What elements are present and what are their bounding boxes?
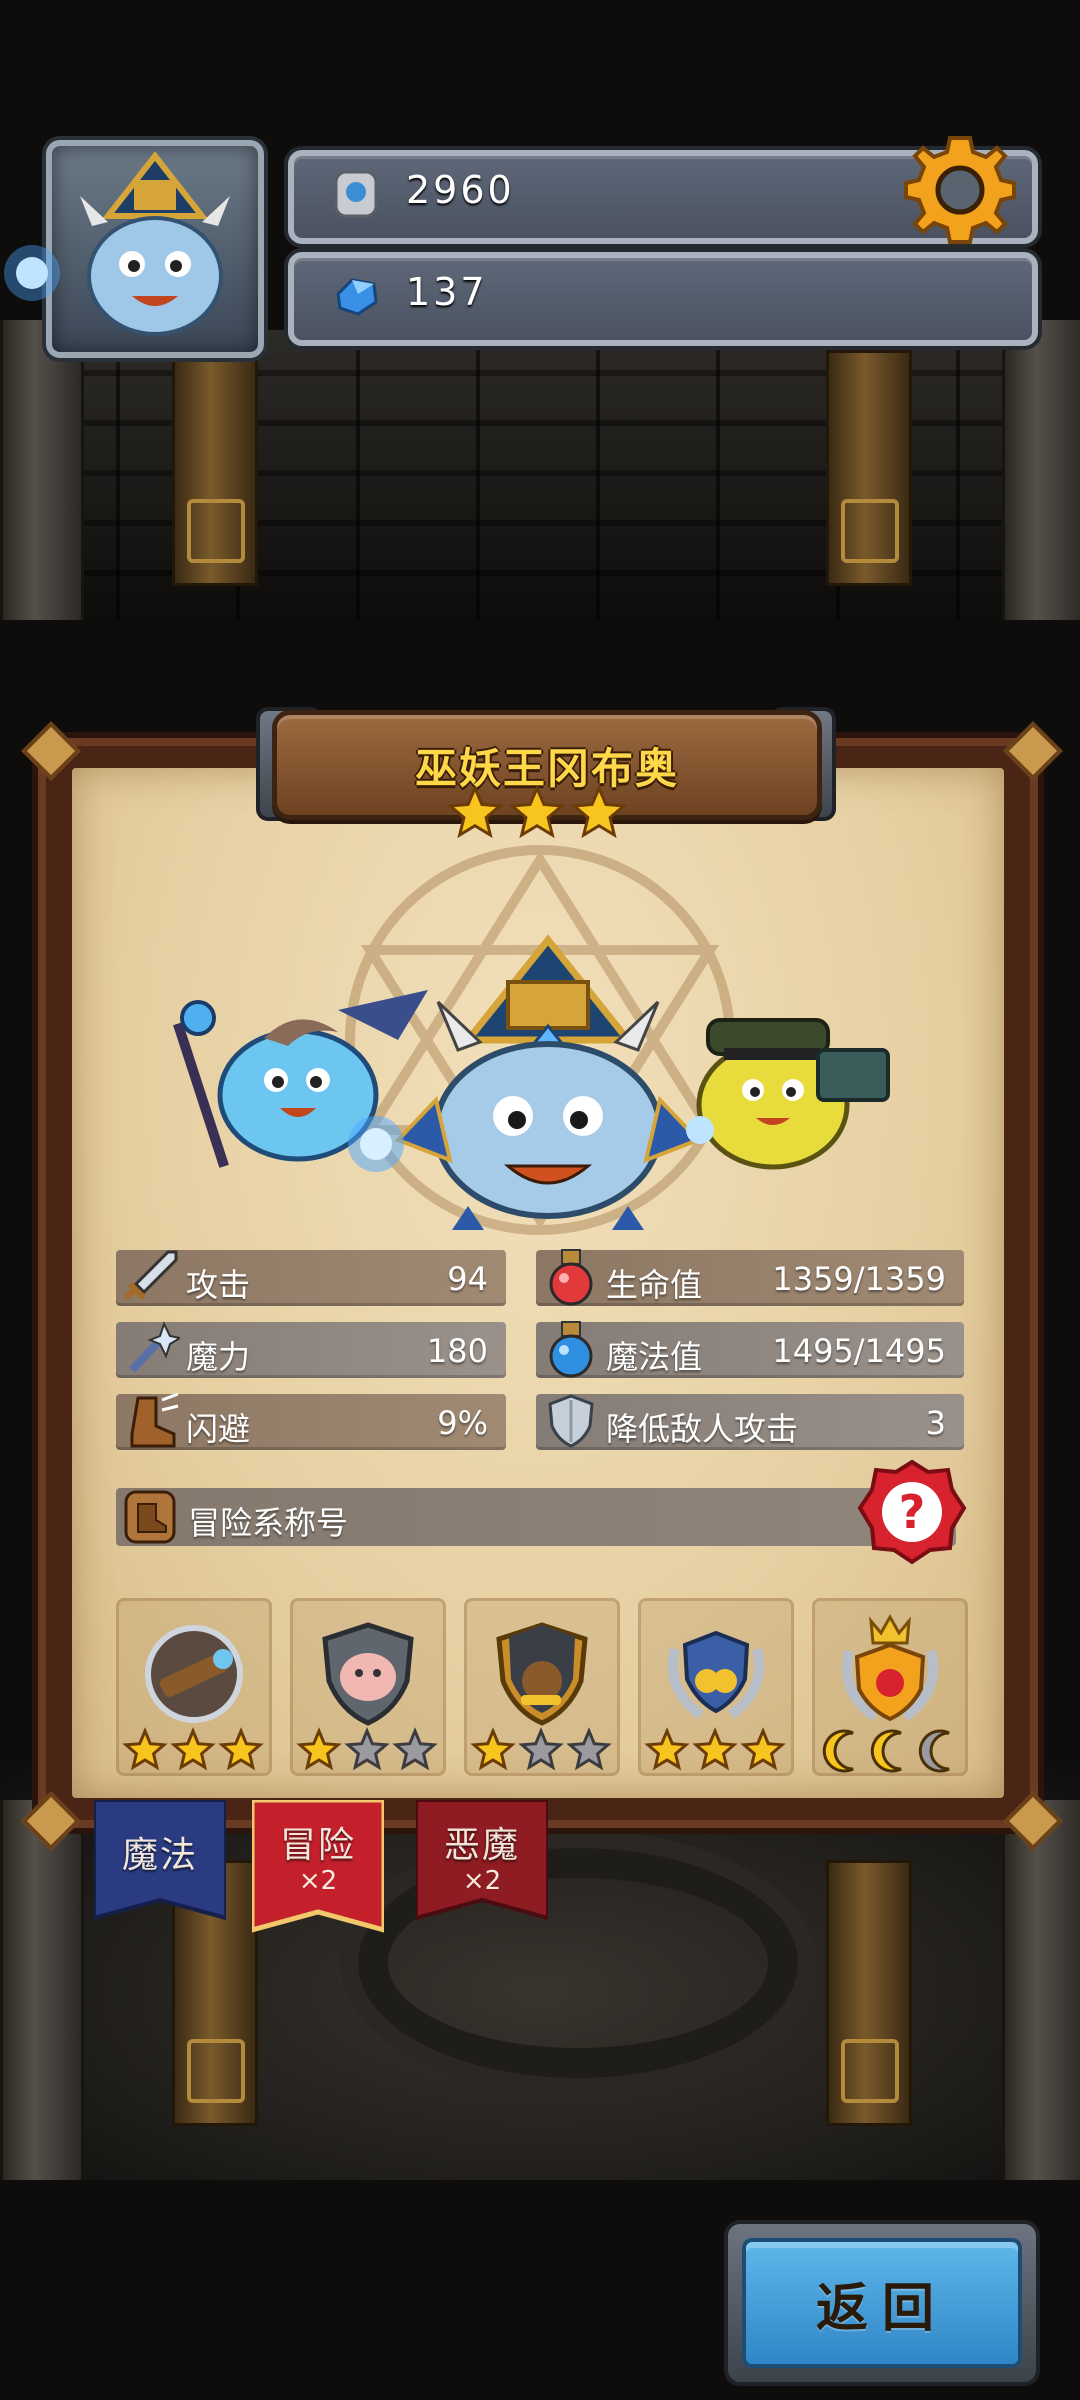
moon-icon <box>822 1729 854 1773</box>
lich-king-slime-icon <box>348 934 714 1230</box>
gem-bar: 137 <box>288 252 1038 346</box>
badge-stars <box>644 1727 786 1771</box>
stat-row-reduce-enemy-attack: 降低敌人攻击 3 <box>536 1394 964 1450</box>
coin-icon <box>334 170 378 218</box>
stat-label: 降低敌人攻击 <box>606 1410 799 1448</box>
badge-crown-trophy[interactable] <box>812 1598 968 1776</box>
magic-wand-icon <box>129 1321 180 1373</box>
lich-king-avatar-icon <box>80 151 230 336</box>
stat-value: 1359/1359 <box>772 1260 946 1298</box>
moon-icon <box>870 1729 902 1773</box>
back-button-face: 返回 <box>742 2238 1022 2368</box>
tab-label: 冒险 <box>279 1825 356 1866</box>
star-filled <box>122 1727 168 1771</box>
tab-adventure[interactable]: 冒险 ×2 <box>252 1800 384 1940</box>
stat-value: 1495/1495 <box>772 1332 946 1370</box>
badge-pig-shield[interactable] <box>290 1598 446 1776</box>
settings-gear-icon[interactable] <box>900 130 1020 250</box>
stat-row-health: 生命值 1359/1359 <box>536 1249 964 1306</box>
stat-row-evasion: 闪避 9% <box>116 1392 506 1450</box>
blue-gem-icon <box>336 278 378 316</box>
blue-orb-icon <box>4 245 60 301</box>
tab-multiplier: ×2 <box>462 1866 502 1896</box>
tab-label: 恶魔 <box>443 1825 520 1866</box>
gem-amount: 137 <box>406 270 488 314</box>
summoning-circle-floor <box>340 1830 816 2096</box>
star-filled <box>740 1727 786 1771</box>
star-empty <box>344 1727 390 1771</box>
telescope-badge-icon <box>145 1625 243 1723</box>
badge-moons <box>822 1729 950 1773</box>
moon-icon <box>918 1729 950 1773</box>
stat-row-magic-power: 魔力 180 <box>116 1321 506 1378</box>
pig-shield-badge-icon <box>322 1622 414 1726</box>
stat-value: 180 <box>426 1332 488 1370</box>
star-filled <box>644 1727 690 1771</box>
star-filled <box>692 1727 738 1771</box>
gold-laurel-badge-icon <box>667 1630 765 1720</box>
stat-row-mana: 魔法值 1495/1495 <box>536 1321 964 1378</box>
stat-value: 3 <box>925 1404 946 1442</box>
question-mark-icon[interactable]: ? <box>856 1458 968 1566</box>
hero-rarity-stars <box>446 786 628 839</box>
star-filled <box>446 786 504 839</box>
shield-icon <box>548 1394 594 1448</box>
player-avatar[interactable] <box>46 140 264 358</box>
stat-label: 魔法值 <box>606 1338 703 1376</box>
star-filled <box>218 1727 264 1771</box>
star-filled <box>570 786 628 839</box>
stat-label: 生命值 <box>606 1266 703 1304</box>
badge-gold-laurel[interactable] <box>638 1598 794 1776</box>
mana-potion-icon <box>549 1321 593 1378</box>
stat-row-attack: 攻击 94 <box>116 1250 506 1306</box>
stat-label: 闪避 <box>186 1410 251 1448</box>
star-filled <box>470 1727 516 1771</box>
stone-pillar <box>0 1800 84 2180</box>
star-empty <box>392 1727 438 1771</box>
star-empty <box>566 1727 612 1771</box>
gold-amount: 2960 <box>406 168 515 212</box>
badge-telescope[interactable] <box>116 1598 272 1776</box>
badge-stars <box>122 1727 264 1771</box>
boot-icon <box>130 1392 179 1448</box>
adventure-title-bar[interactable]: 冒险系称号 <box>116 1488 956 1546</box>
star-filled <box>296 1727 342 1771</box>
stone-pillar <box>1002 320 1080 620</box>
badge-treasure-bag[interactable] <box>464 1598 620 1776</box>
badge-stars <box>470 1727 612 1771</box>
yellow-slime-companion-icon <box>696 1018 890 1170</box>
stat-label: 攻击 <box>186 1266 251 1304</box>
health-potion-icon <box>549 1249 593 1306</box>
dungeon-wall-top <box>0 330 1080 620</box>
tab-label: 魔法 <box>121 1835 198 1876</box>
stat-label: 魔力 <box>186 1338 251 1376</box>
sword-icon <box>123 1250 178 1301</box>
golden-pillar <box>826 350 912 586</box>
stone-pillar <box>0 320 84 620</box>
hero-team <box>173 934 890 1230</box>
golden-pillar <box>172 350 258 586</box>
star-filled <box>170 1727 216 1771</box>
stat-value: 9% <box>437 1404 488 1442</box>
svg-text:?: ? <box>899 1485 926 1539</box>
star-empty <box>518 1727 564 1771</box>
tab-multiplier: ×2 <box>298 1866 338 1896</box>
treasure-bag-badge-icon <box>496 1622 588 1726</box>
tab-magic[interactable]: 魔法 <box>94 1800 226 1928</box>
stone-pillar <box>1002 1800 1080 2180</box>
back-button-label: 返回 <box>815 2279 948 2339</box>
star-filled <box>508 786 566 839</box>
badge-stars <box>296 1727 438 1771</box>
adventure-title-label: 冒险系称号 <box>188 1504 349 1542</box>
tab-demon[interactable]: 恶魔 ×2 <box>416 1800 548 1928</box>
crown-trophy-badge-icon <box>841 1613 939 1722</box>
golden-pillar <box>826 1860 912 2126</box>
stat-value: 94 <box>447 1260 488 1298</box>
adventure-title-icon <box>124 1490 176 1544</box>
back-button[interactable]: 返回 <box>724 2220 1040 2386</box>
